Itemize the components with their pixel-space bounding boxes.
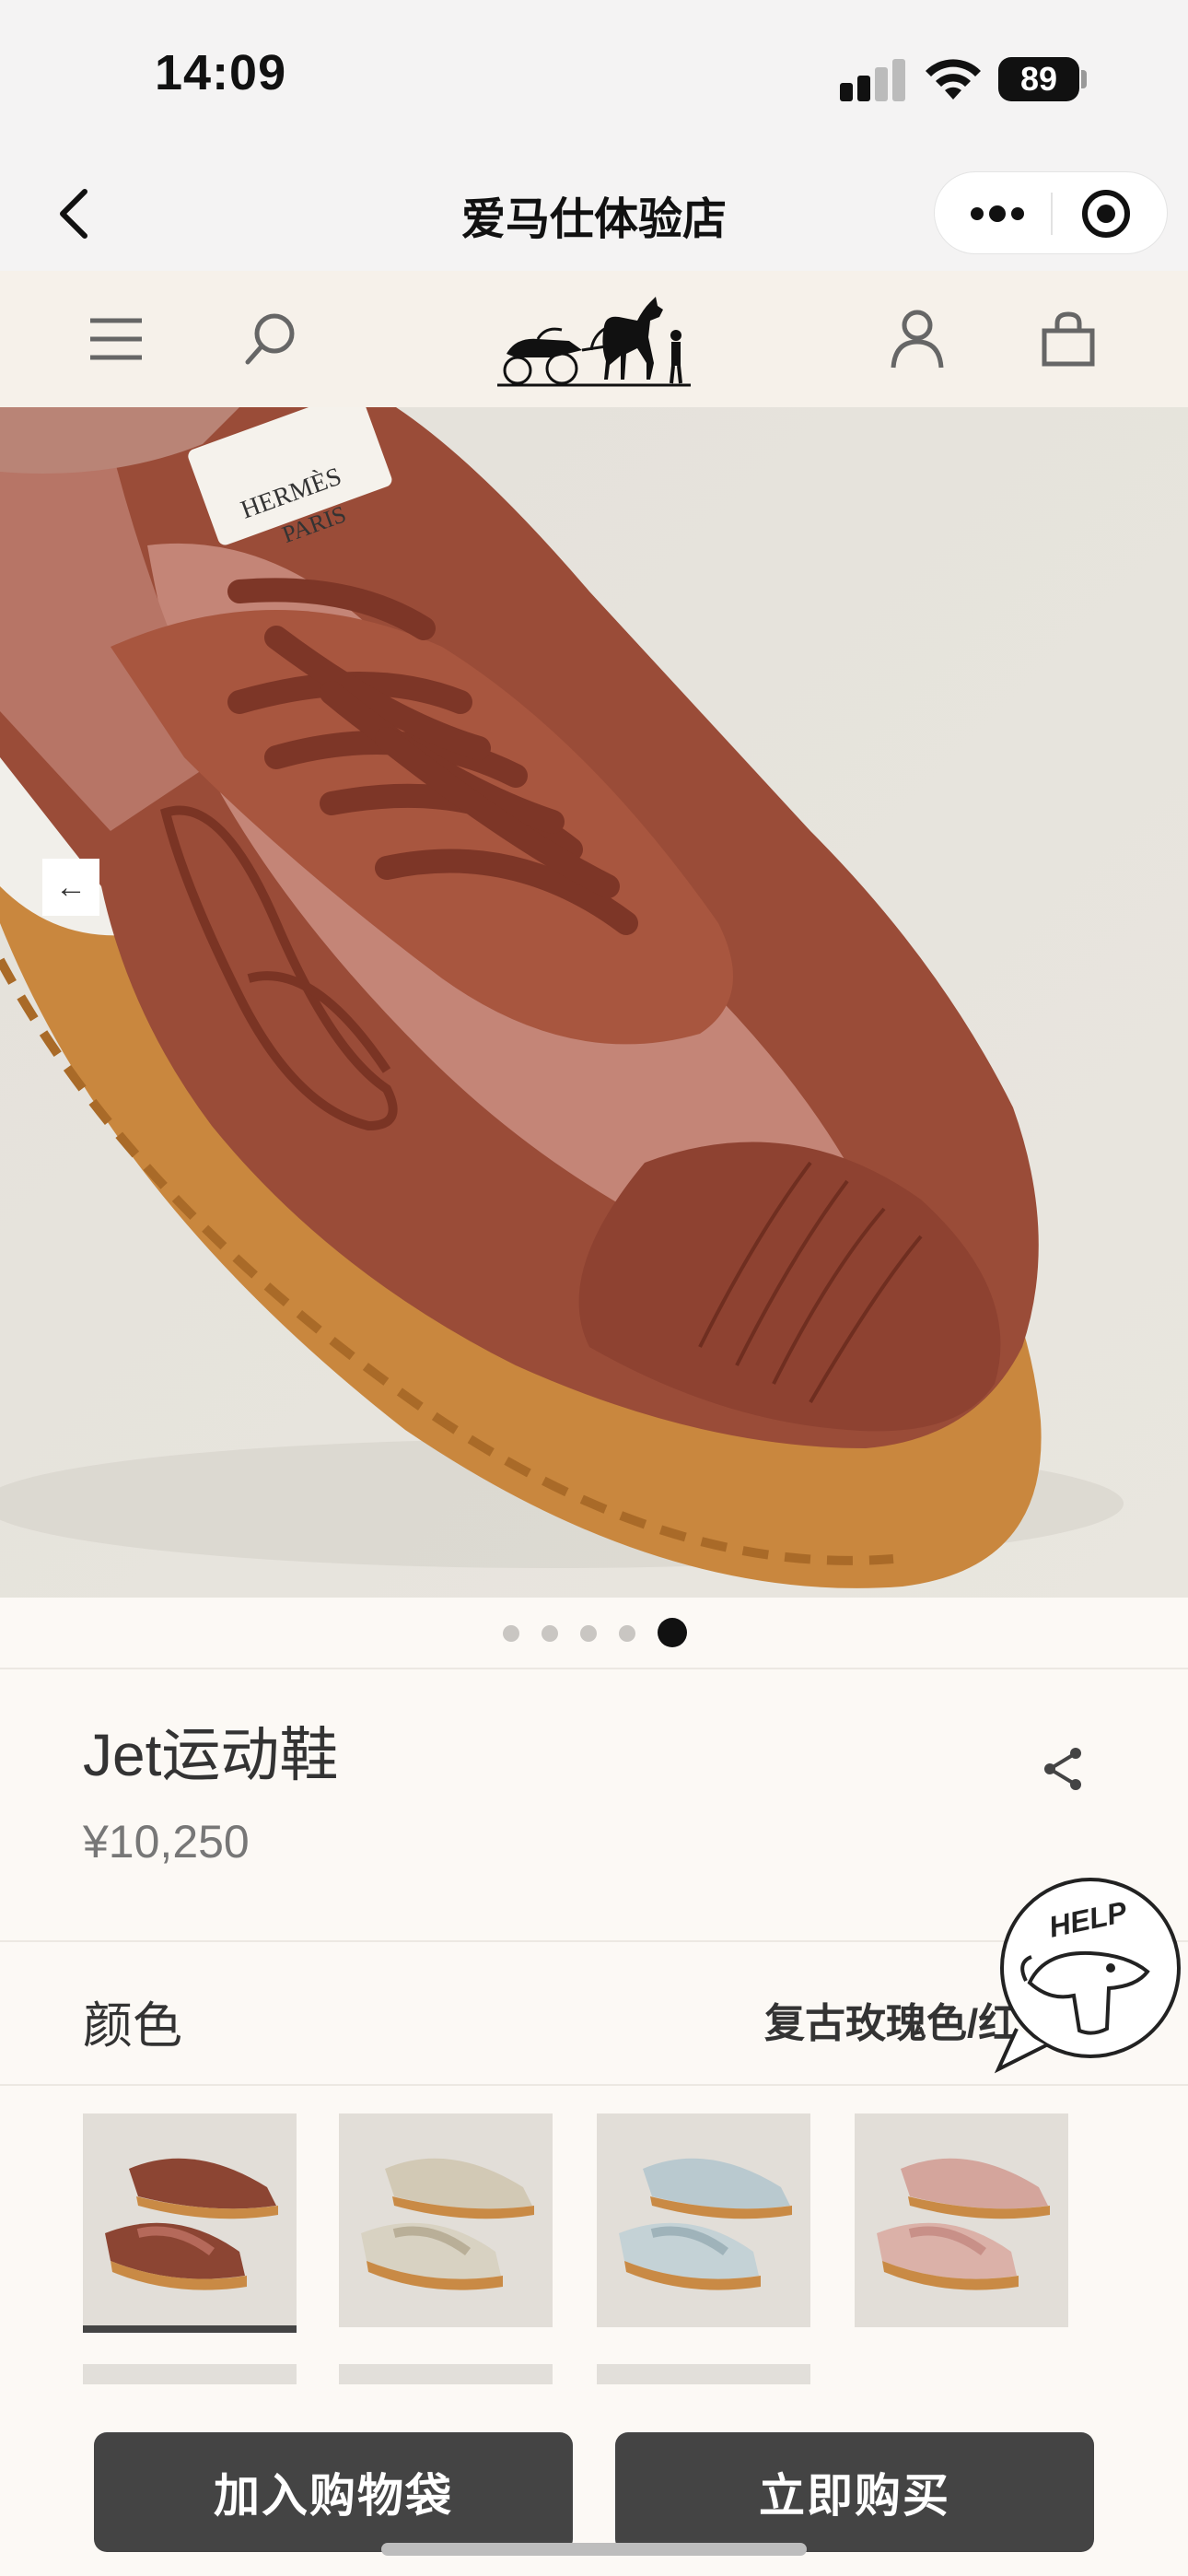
signal-icon: [840, 59, 905, 101]
carousel-dot[interactable]: [619, 1625, 635, 1642]
bag-button[interactable]: [1031, 302, 1105, 376]
selected-swatch-indicator: [83, 2325, 297, 2333]
carousel-dot[interactable]: [503, 1625, 519, 1642]
add-to-bag-button[interactable]: 加入购物袋: [94, 2432, 573, 2552]
close-target-icon: [1082, 190, 1130, 238]
wifi-icon: [926, 59, 981, 100]
site-header: [0, 271, 1188, 407]
carousel-dot-active[interactable]: [658, 1618, 687, 1647]
color-swatches: [0, 2086, 1188, 2381]
help-button[interactable]: HELP: [989, 1872, 1182, 2075]
account-button[interactable]: [880, 302, 954, 376]
back-icon: [60, 189, 87, 239]
color-value: 复古玫瑰色/红: [764, 2001, 1013, 2046]
share-icon: [1044, 1748, 1081, 1790]
app-title: 爱马仕体验店: [460, 195, 727, 244]
swatch-image: [597, 2113, 810, 2327]
product-image[interactable]: HERMÈS PARIS ←: [0, 407, 1188, 1598]
title-bar: 爱马仕体验店: [0, 157, 1188, 271]
search-button[interactable]: [234, 302, 308, 376]
carousel-dot[interactable]: [542, 1625, 558, 1642]
battery-icon: 89: [998, 57, 1079, 101]
product-name: Jet运动鞋: [83, 1722, 339, 1788]
battery-tip: [1081, 70, 1087, 88]
swatch-blue-grey[interactable]: [597, 2113, 810, 2327]
swatch-rose[interactable]: [855, 2113, 1068, 2327]
carriage-logo[interactable]: [497, 289, 691, 392]
home-indicator[interactable]: [381, 2543, 807, 2556]
swatch-image: [83, 2113, 297, 2327]
swatch-beige[interactable]: [339, 2113, 553, 2327]
carousel-indicator: [0, 1598, 1188, 1669]
search-icon: [245, 313, 295, 365]
swatch-row2-item[interactable]: [597, 2364, 810, 2384]
capsule-divider: [1051, 193, 1053, 235]
buy-now-button[interactable]: 立即购买: [615, 2432, 1094, 2552]
menu-icon: [90, 318, 142, 360]
swatch-image: [339, 2113, 553, 2327]
more-icon: [971, 205, 1024, 222]
image-back-button[interactable]: ←: [42, 859, 99, 916]
sneaker-illustration: HERMÈS PARIS: [0, 407, 1188, 1598]
account-icon: [891, 310, 944, 369]
swatch-row2-item[interactable]: [83, 2364, 297, 2384]
close-button[interactable]: [1060, 172, 1152, 255]
carousel-dot[interactable]: [580, 1625, 597, 1642]
status-time: 14:09: [155, 45, 287, 100]
bag-icon: [1042, 311, 1095, 367]
status-bar: 14:09 89: [0, 0, 1188, 157]
more-button[interactable]: [951, 172, 1043, 255]
color-label: 颜色: [83, 1998, 182, 2054]
capsule-menu: [934, 171, 1168, 254]
swatch-rust[interactable]: [83, 2113, 297, 2327]
swatch-image: [855, 2113, 1068, 2327]
menu-button[interactable]: [79, 302, 153, 376]
product-price: ¥10,250: [83, 1816, 250, 1868]
swatch-row2-item[interactable]: [339, 2364, 553, 2384]
back-button[interactable]: [37, 177, 111, 251]
share-button[interactable]: [1035, 1741, 1090, 1797]
